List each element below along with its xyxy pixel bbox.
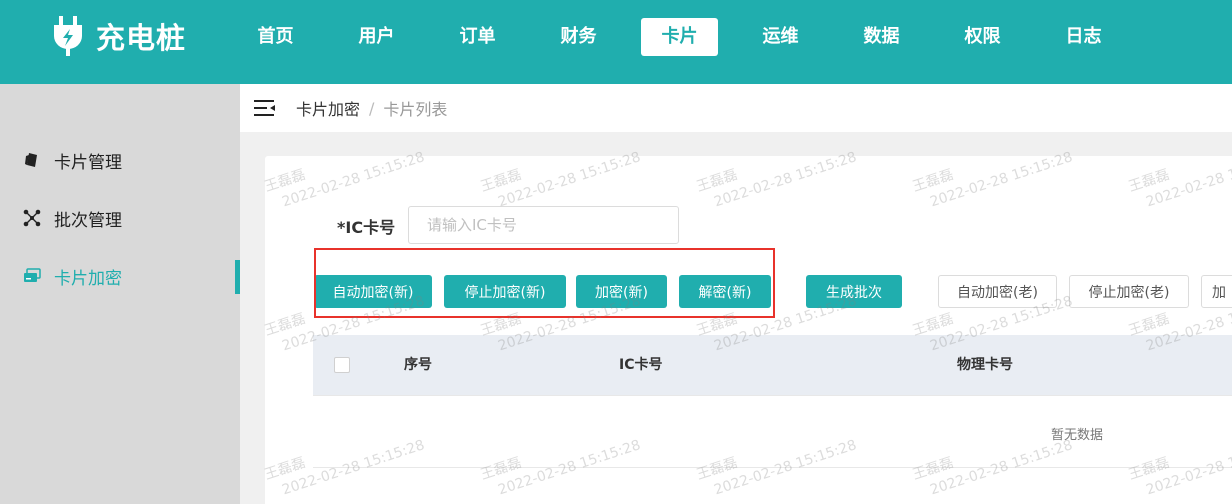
auto-encrypt-new-button[interactable]: 自动加密(新) [314,275,432,308]
table-header: 序号 IC卡号 物理卡号 [313,335,1232,395]
encrypt-old-button[interactable]: 加 [1201,275,1232,308]
breadcrumb: 卡片加密 / 卡片列表 [296,96,447,120]
sidebar-item-batch-management[interactable]: 批次管理 [0,200,240,236]
sidebar-item-label: 批次管理 [54,210,122,231]
column-header-physical-card: 物理卡号 [957,357,1013,373]
breadcrumb-bar: 卡片加密 / 卡片列表 [240,84,1232,132]
cards-stack-icon [22,266,42,286]
nav-logs[interactable]: 日志 [1045,18,1122,56]
table-divider [313,395,1232,396]
nav-finance[interactable]: 财务 [540,18,617,56]
nav-orders[interactable]: 订单 [439,18,516,56]
column-header-ic-card: IC卡号 [619,357,663,373]
stop-encrypt-old-button[interactable]: 停止加密(老) [1069,275,1189,308]
nav-users[interactable]: 用户 [338,18,415,56]
top-header: 充电桩 首页 用户 订单 财务 卡片 运维 数据 权限 日志 [0,0,1232,84]
encrypt-new-button[interactable]: 加密(新) [576,275,667,308]
card-icon [22,150,42,170]
sidebar: 卡片管理 批次管理 卡片加密 [0,84,240,504]
breadcrumb-item-card-list: 卡片列表 [383,100,448,119]
column-header-index: 序号 [404,357,432,373]
table-empty-text: 暂无数据 [1051,428,1104,443]
menu-collapse-icon[interactable] [254,99,276,117]
table-bottom-border [313,467,1232,468]
main-nav: 首页 用户 订单 财务 卡片 运维 数据 权限 日志 [237,18,1146,56]
breadcrumb-item-card-encryption[interactable]: 卡片加密 [296,96,360,120]
app-logo[interactable]: 充电桩 [50,16,186,56]
decrypt-new-button[interactable]: 解密(新) [679,275,771,308]
generate-batch-button[interactable]: 生成批次 [806,275,902,308]
ic-card-label: *IC卡号 [337,218,396,237]
breadcrumb-separator: / [369,98,375,118]
sidebar-item-label: 卡片管理 [54,152,122,173]
stop-encrypt-new-button[interactable]: 停止加密(新) [444,275,566,308]
nav-data[interactable]: 数据 [843,18,920,56]
sidebar-item-card-management[interactable]: 卡片管理 [0,142,240,178]
ic-card-input[interactable] [408,206,679,244]
nav-cards[interactable]: 卡片 [641,18,718,56]
nav-home[interactable]: 首页 [237,18,314,56]
auto-encrypt-old-button[interactable]: 自动加密(老) [938,275,1057,308]
app-name: 充电桩 [96,21,187,55]
select-all-checkbox[interactable] [334,357,350,373]
nav-permissions[interactable]: 权限 [944,18,1021,56]
plug-icon [54,16,82,56]
main-panel: *IC卡号 自动加密(新) 停止加密(新) 加密(新) 解密(新) 生成批次 自… [265,156,1232,504]
sidebar-item-card-encryption[interactable]: 卡片加密 [0,258,240,294]
network-icon [22,208,42,228]
sidebar-item-label: 卡片加密 [54,268,122,289]
nav-ops[interactable]: 运维 [742,18,819,56]
